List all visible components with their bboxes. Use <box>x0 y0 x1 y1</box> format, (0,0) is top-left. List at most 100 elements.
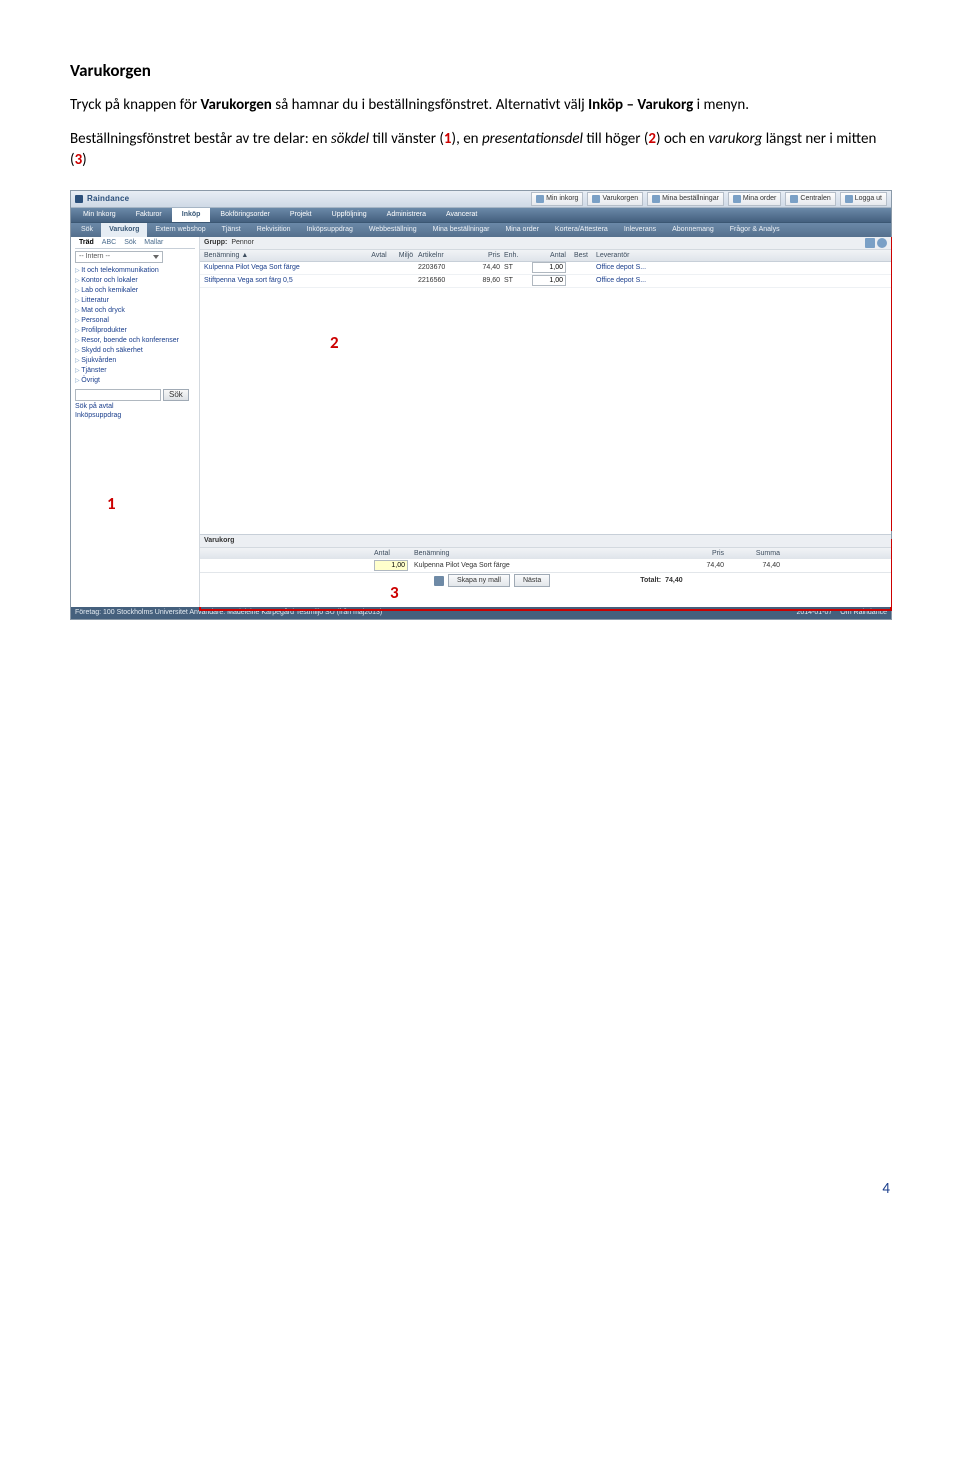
col-artikelnr[interactable]: Artikelnr <box>418 252 464 259</box>
sidetab-sok[interactable]: Sök <box>120 239 140 248</box>
sub-tjanst[interactable]: Tjänst <box>214 223 249 237</box>
app-brand: Raindance <box>87 194 129 203</box>
cell-pris: 74,40 <box>464 264 504 271</box>
cell-benamning[interactable]: Kulpenna Pilot Vega Sort färge <box>200 264 364 271</box>
lbl: Logga ut <box>855 195 882 202</box>
sub-fragor-analys[interactable]: Frågor & Analys <box>722 223 788 237</box>
print-icon[interactable] <box>865 238 875 248</box>
col-miljo[interactable]: Miljö <box>394 252 418 259</box>
lbl: Varukorgen <box>602 195 638 202</box>
tree-item[interactable]: Övrigt <box>75 376 195 386</box>
qty-input[interactable] <box>532 262 566 273</box>
cartcol-pris: Pris <box>674 550 730 557</box>
app-logo-icon <box>75 195 83 203</box>
menu-projekt[interactable]: Projekt <box>280 208 322 222</box>
save-icon[interactable] <box>434 576 444 586</box>
statusbar: Företag: 100 Stockholms Universitet Anvä… <box>71 607 891 619</box>
category-tree: It och telekommunikation Kontor och loka… <box>75 266 195 386</box>
tree-item[interactable]: Kontor och lokaler <box>75 276 195 286</box>
p1c: så hamnar du i beställningsfönstret. Alt… <box>272 96 588 114</box>
topbtn-min-inkorg[interactable]: Min inkorg <box>531 192 583 206</box>
order-icon <box>733 195 741 203</box>
menu-fakturor[interactable]: Fakturor <box>126 208 172 222</box>
sidebar-dropdown[interactable]: -- Intern -- <box>75 251 163 263</box>
sub-mina-bestallningar[interactable]: Mina beställningar <box>425 223 498 237</box>
menu-avancerat[interactable]: Avancerat <box>436 208 487 222</box>
p2c: till vänster ( <box>369 130 444 148</box>
topbtn-varukorgen[interactable]: Varukorgen <box>587 192 643 206</box>
sub-extern-webshop[interactable]: Extern webshop <box>147 223 213 237</box>
btn-skapa-mall[interactable]: Skapa ny mall <box>448 574 510 587</box>
sidebar-search-input[interactable] <box>75 389 161 401</box>
tree-item[interactable]: Personal <box>75 316 195 326</box>
sidetab-abc[interactable]: ABC <box>98 239 120 248</box>
product-row: Stiftpenna Vega sort färg 0,5 2216560 89… <box>200 275 891 288</box>
cartcol-antal: Antal <box>374 550 414 557</box>
menu-inkop[interactable]: Inköp <box>172 208 211 222</box>
tree-item[interactable]: It och telekommunikation <box>75 266 195 276</box>
sub-varukorg[interactable]: Varukorg <box>101 223 147 237</box>
menu-uppfoljning[interactable]: Uppföljning <box>322 208 377 222</box>
tree-item[interactable]: Tjänster <box>75 366 195 376</box>
col-best[interactable]: Best <box>570 252 592 259</box>
col-antal[interactable]: Antal <box>526 252 570 259</box>
cart-qty-input[interactable] <box>374 560 408 571</box>
sub-inkopsuppdrag[interactable]: Inköpsuppdrag <box>299 223 361 237</box>
tree-item[interactable]: Skydd och säkerhet <box>75 346 195 356</box>
qty-input[interactable] <box>532 275 566 286</box>
tree-item[interactable]: Lab och kemikaler <box>75 286 195 296</box>
lbl: Centralen <box>800 195 830 202</box>
sidetab-trad[interactable]: Träd <box>75 239 98 248</box>
p2e: ), en <box>452 130 482 148</box>
col-leverantor[interactable]: Leverantör <box>592 252 891 259</box>
sidebar-link-inkopsuppdrag[interactable]: Inköpsuppdrag <box>75 412 195 419</box>
lbl: Min inkorg <box>546 195 578 202</box>
p2j: varukorg <box>708 130 762 148</box>
menu-administrera[interactable]: Administrera <box>377 208 436 222</box>
heading-varukorgen: Varukorgen <box>70 60 890 81</box>
tree-item[interactable]: Profilprodukter <box>75 326 195 336</box>
status-about[interactable]: Om Raindance <box>840 609 887 616</box>
sub-inleverans[interactable]: Inleverans <box>616 223 664 237</box>
tree-item[interactable]: Litteratur <box>75 296 195 306</box>
cartcol-summa: Summa <box>730 550 786 557</box>
tree-item[interactable]: Mat och dryck <box>75 306 195 316</box>
menu-bokforingsorder[interactable]: Bokföringsorder <box>210 208 279 222</box>
sidebar-link-avtal[interactable]: Sök på avtal <box>75 403 195 410</box>
cell-leverantor[interactable]: Office depot S... <box>592 277 891 284</box>
paragraph-1: Tryck på knappen för Varukorgen så hamna… <box>70 95 890 115</box>
topbtn-centralen[interactable]: Centralen <box>785 192 835 206</box>
p1e: i menyn. <box>693 96 749 114</box>
col-avtal[interactable]: Avtal <box>364 252 394 259</box>
sub-webbestallning[interactable]: Webbeställning <box>361 223 425 237</box>
help-icon[interactable] <box>877 238 887 248</box>
callout-2: 2 <box>330 332 339 353</box>
sub-abonnemang[interactable]: Abonnemang <box>664 223 722 237</box>
topbtn-mina-order[interactable]: Mina order <box>728 192 781 206</box>
cell-leverantor[interactable]: Office depot S... <box>592 264 891 271</box>
p2f: presentationsdel <box>482 130 583 148</box>
p2m: ) <box>82 151 87 169</box>
p1d: Inköp – Varukorg <box>588 96 693 114</box>
sub-rekvisition[interactable]: Rekvisition <box>249 223 299 237</box>
p2a: Beställningsfönstret består av tre delar… <box>70 130 331 148</box>
sidetab-mallar[interactable]: Mallar <box>140 239 167 248</box>
sidebar-search-button[interactable]: Sök <box>163 389 189 401</box>
callout-3: 3 <box>390 582 399 603</box>
sub-kortera-attestera[interactable]: Kortera/Attestera <box>547 223 616 237</box>
sub-sok[interactable]: Sök <box>73 223 101 237</box>
topbtn-mina-bestallningar[interactable]: Mina beställningar <box>647 192 724 206</box>
btn-nasta[interactable]: Nästa <box>514 574 550 587</box>
cell-benamning[interactable]: Stiftpenna Vega sort färg 0,5 <box>200 277 364 284</box>
group-header: Grupp: Pennor <box>200 237 891 250</box>
paragraph-2: Beställningsfönstret består av tre delar… <box>70 129 890 170</box>
topbtn-logga-ut[interactable]: Logga ut <box>840 192 887 206</box>
tree-item[interactable]: Sjukvården <box>75 356 195 366</box>
sub-mina-order[interactable]: Mina order <box>497 223 546 237</box>
menu-min-inkorg[interactable]: Min Inkorg <box>73 208 126 222</box>
col-pris[interactable]: Pris <box>464 252 504 259</box>
col-enh[interactable]: Enh. <box>504 252 526 259</box>
col-benamning[interactable]: Benämning ▲ <box>200 252 364 259</box>
total-label: Totalt: <box>640 577 661 584</box>
tree-item[interactable]: Resor, boende och konferenser <box>75 336 195 346</box>
